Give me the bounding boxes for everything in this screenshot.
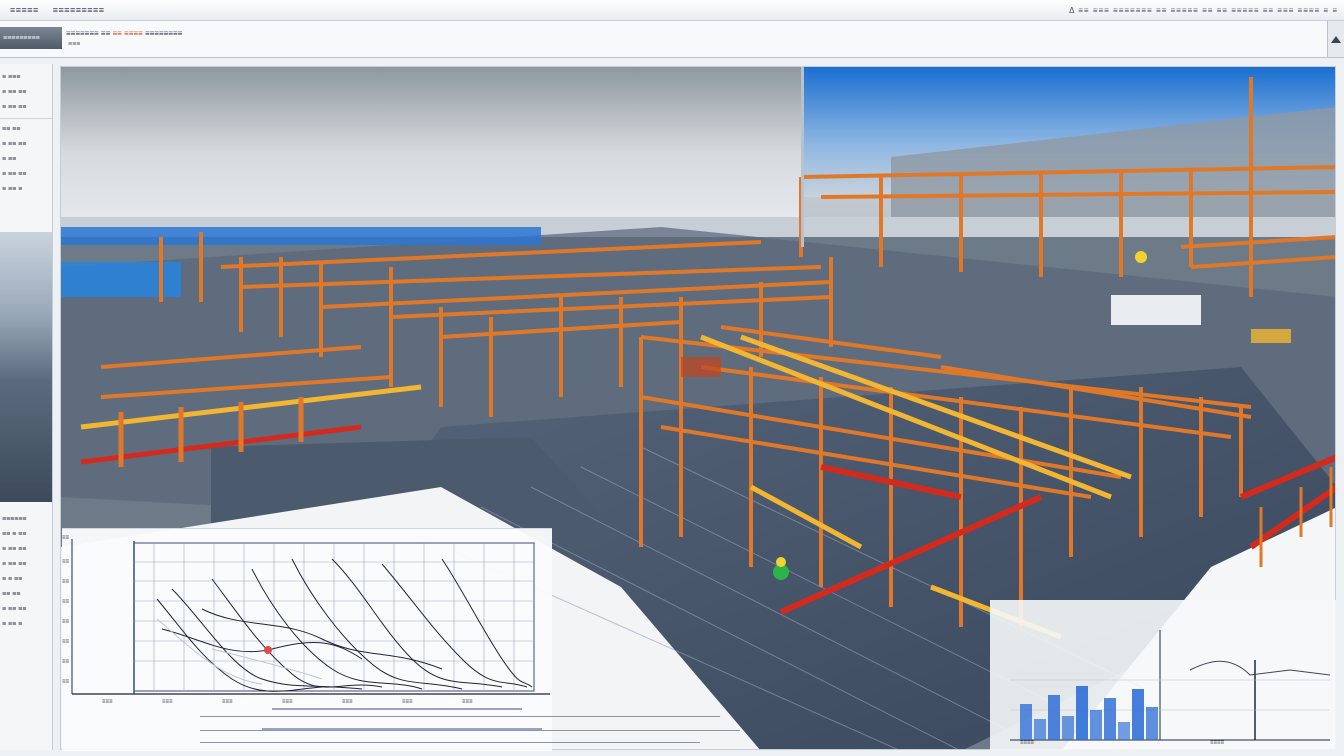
menu-item-view[interactable]: ≡≡≡≡≡≡≡≡≡ <box>49 5 109 15</box>
property-row[interactable]: ≡ ≡≡ ≡≡ <box>0 542 52 557</box>
x-tick-label: ≡≡≡ <box>102 699 113 705</box>
file-accent: ≡≡ ≡≡≡≡ <box>112 29 143 38</box>
properties-panel: ≡ ≡≡≡ ≡ ≡≡ ≡≡ ≡ ≡≡ ≡≡ ≡≡ ≡≡ ≡ ≡≡ ≡≡ ≡ ≡≡… <box>0 64 53 750</box>
histogram-chart <box>1010 630 1331 741</box>
histogram-bar <box>1090 710 1102 740</box>
model-thumbnail[interactable] <box>0 232 52 502</box>
x-tick-label: ≡≡≡ <box>342 699 353 705</box>
file-prefix: ≡≡≡≡≡≡≡ ≡≡ <box>66 29 111 38</box>
app-logo: ≡≡≡≡≡≡≡≡≡ <box>0 27 62 49</box>
chevron-up-icon <box>1331 35 1341 43</box>
histogram-bar <box>1104 698 1116 740</box>
y-tick-label: ≡≡ <box>62 679 70 685</box>
collapse-button[interactable] <box>1327 21 1344 57</box>
properties-group-bottom: ≡≡≡≡≡≡ ≡≡ ≡ ≡≡ ≡ ≡≡ ≡≡ ≡ ≡≡ ≡≡ ≡ ≡ ≡≡ ≡≡… <box>0 512 52 632</box>
timeline-track <box>200 730 740 731</box>
property-row[interactable]: ≡ ≡≡ ≡ <box>0 617 52 632</box>
property-row[interactable]: ≡ ≡ ≡≡ <box>0 572 52 587</box>
property-row[interactable]: ≡≡ ≡ ≡≡ <box>0 527 52 542</box>
menu-bar: ≡≡≡≡≡ ≡≡≡≡≡≡≡≡≡ Δ ≡≡ ≡≡≡ ≡≡≡≡≡≡≡ ≡≡ ≡≡≡≡… <box>0 0 1344 21</box>
timeline-track <box>200 716 720 717</box>
file-suffix: ≡≡≡≡≡≡≡≡ <box>144 29 183 38</box>
property-row[interactable]: ≡ ≡≡ ≡≡ <box>0 137 52 152</box>
histogram-bar <box>1132 689 1144 740</box>
divider <box>0 118 52 119</box>
property-row[interactable]: ≡≡ ≡≡ <box>0 587 52 602</box>
timeline-track <box>200 742 700 743</box>
x-tick-label: ≡≡≡ <box>402 699 413 705</box>
y-tick-label: ≡≡ <box>62 619 70 625</box>
viewport-split-divider[interactable] <box>801 67 804 247</box>
x-tick-label: ≡≡≡ <box>222 699 233 705</box>
y-tick-label: ≡≡ <box>62 599 70 605</box>
histogram-bar <box>1020 704 1032 740</box>
y-tick-label: ≡≡ <box>62 535 70 541</box>
property-row[interactable]: ≡ ≡≡≡ <box>0 70 52 85</box>
histogram-bar <box>1062 716 1074 740</box>
histogram-bar <box>1034 719 1046 740</box>
timeline-ruler <box>200 708 760 748</box>
y-tick-label: ≡≡ <box>62 579 70 585</box>
histogram-bar <box>1048 695 1060 740</box>
property-row[interactable]: ≡≡≡≡≡≡ <box>0 512 52 527</box>
file-info: ≡≡≡≡≡≡≡ ≡≡ ≡≡ ≡≡≡≡ ≡≡≡≡≡≡≡≡ <box>66 29 182 38</box>
x-tick-label: ≡≡≡ <box>162 699 173 705</box>
histogram-bar <box>1118 722 1130 740</box>
properties-group-top: ≡ ≡≡≡ ≡ ≡≡ ≡≡ ≡ ≡≡ ≡≡ ≡≡ ≡≡ ≡ ≡≡ ≡≡ ≡ ≡≡… <box>0 70 52 197</box>
property-row[interactable]: ≡ ≡≡ ≡≡ <box>0 602 52 617</box>
property-row[interactable]: ≡ ≡≡ ≡≡ <box>0 167 52 182</box>
property-row[interactable]: ≡ ≡≡ ≡≡ <box>0 557 52 572</box>
x-tick-label: ≡≡≡ <box>282 699 293 705</box>
x-tick-label: ≡≡≡ <box>462 699 473 705</box>
menu-item-file[interactable]: ≡≡≡≡≡ <box>6 5 43 15</box>
histogram-label-left: ≡≡≡≡ <box>1020 740 1035 746</box>
y-tick-label: ≡≡ <box>62 559 70 565</box>
property-row[interactable]: ≡≡ ≡≡ <box>0 122 52 137</box>
histogram-panel: ≡≡≡≡ ≡≡≡≡ <box>990 600 1336 750</box>
property-row[interactable]: ≡ ≡≡ ≡ <box>0 182 52 197</box>
y-tick-label: ≡≡ <box>62 639 70 645</box>
property-row[interactable]: ≡ ≡≡ ≡≡ <box>0 85 52 100</box>
file-subtitle: ≡≡≡ <box>68 41 81 48</box>
property-row[interactable]: ≡ ≡≡ <box>0 152 52 167</box>
histogram-bar <box>1076 686 1088 740</box>
toolbar: ≡≡≡≡≡≡≡≡≡ ≡≡≡≡≡≡≡ ≡≡ ≡≡ ≡≡≡≡ ≡≡≡≡≡≡≡≡ ≡≡… <box>0 21 1344 58</box>
y-tick-label: ≡≡ <box>62 659 70 665</box>
histogram-bar <box>1146 707 1158 740</box>
property-row[interactable]: ≡ ≡≡ ≡≡ <box>0 100 52 115</box>
status-bar-text: Δ ≡≡ ≡≡≡ ≡≡≡≡≡≡≡ ≡≡ ≡≡≡≡≡ ≡≡ ≡≡ ≡≡≡≡≡ ≡≡… <box>1069 5 1338 15</box>
histogram-label-right: ≡≡≡≡ <box>1210 740 1225 746</box>
